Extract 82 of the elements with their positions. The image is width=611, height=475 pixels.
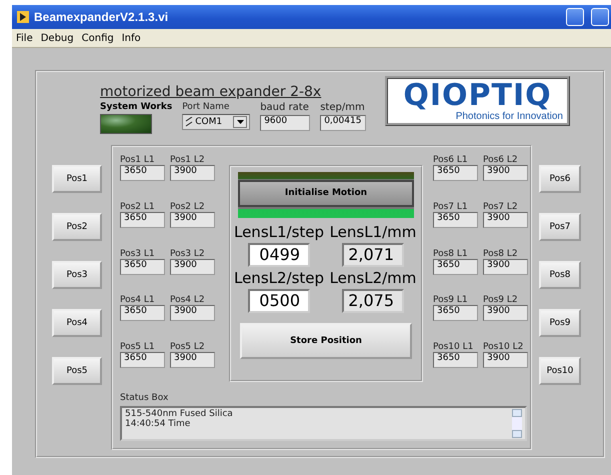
- position-field[interactable]: 3900: [483, 165, 528, 181]
- maximize-button[interactable]: [591, 8, 609, 26]
- field-label: step/mm: [320, 102, 366, 113]
- field-label: Pos1 L2: [170, 155, 206, 165]
- position-button[interactable]: Pos2: [52, 213, 102, 241]
- lens-label: LensL1/step: [234, 223, 324, 241]
- field-label: Port Name: [182, 102, 230, 112]
- lens-label: LensL1/mm: [330, 223, 416, 241]
- field-label: Pos4 L1: [120, 295, 156, 306]
- position-button[interactable]: Pos6: [539, 165, 581, 193]
- position-field[interactable]: 3900: [170, 212, 215, 228]
- field-label: Pos3 L2: [170, 248, 206, 259]
- lens-label: LensL2/step: [234, 269, 324, 287]
- menu-item[interactable]: Config: [82, 32, 114, 44]
- position-button[interactable]: Pos3: [52, 261, 102, 289]
- field-label: Pos5 L2: [170, 342, 206, 352]
- field-label: Pos3 L1: [120, 248, 156, 259]
- position-field[interactable]: 3900: [483, 352, 528, 368]
- window-title: BeamexpanderV2.1.3.vi: [34, 10, 170, 24]
- position-field[interactable]: 3900: [483, 212, 528, 228]
- position-field[interactable]: 3900: [483, 258, 528, 275]
- position-button[interactable]: Pos9: [539, 309, 581, 337]
- baud-field[interactable]: 9600: [260, 115, 310, 131]
- field-label: Pos5 L1: [120, 342, 156, 352]
- field-label: Pos6 L2: [483, 155, 519, 165]
- position-field[interactable]: 3650: [433, 165, 478, 181]
- field-label: Pos9 L2: [483, 295, 519, 306]
- step-field[interactable]: 0499: [248, 243, 310, 267]
- store-position-button[interactable]: Store Position: [240, 323, 412, 359]
- position-field[interactable]: 3650: [120, 352, 165, 368]
- field-label: Pos6 L1: [433, 155, 469, 165]
- mm-field: 2,071: [342, 243, 404, 267]
- position-field[interactable]: 3900: [483, 305, 528, 322]
- panel-title: motorized beam expander 2-8x: [100, 84, 322, 100]
- position-button[interactable]: Pos10: [539, 357, 581, 385]
- status-line: 515-540nm Fused Silica: [125, 409, 234, 419]
- field-label: Pos7 L2: [483, 202, 519, 212]
- field-label: Pos1 L1: [120, 155, 156, 165]
- position-field[interactable]: 3900: [170, 165, 215, 181]
- field-label: baud rate: [260, 102, 310, 113]
- field-label: Pos8 L2: [483, 248, 519, 259]
- field-label: Pos2 L2: [170, 202, 206, 212]
- position-field[interactable]: 3900: [170, 258, 215, 275]
- status-line: 14:40:54 Time: [125, 419, 192, 429]
- position-button[interactable]: Pos8: [539, 261, 581, 289]
- position-button[interactable]: Pos7: [539, 213, 581, 241]
- menu-item[interactable]: File: [16, 32, 33, 44]
- position-field[interactable]: 3650: [433, 258, 478, 275]
- position-field[interactable]: 3650: [120, 305, 165, 322]
- minimize-button[interactable]: [566, 8, 584, 26]
- mm-field: 2,075: [342, 289, 404, 313]
- field-label: Pos10 L2: [483, 342, 524, 352]
- position-field[interactable]: 3650: [433, 305, 478, 322]
- initialise-button[interactable]: Initialise Motion: [238, 180, 414, 206]
- field-label: Pos8 L1: [433, 248, 469, 259]
- position-field[interactable]: 3900: [170, 352, 215, 368]
- lens-label: LensL2/mm: [330, 269, 416, 287]
- field-label: Pos9 L1: [433, 295, 469, 306]
- step-field[interactable]: 0,00415: [320, 115, 366, 131]
- indicator-label: System Works: [100, 102, 172, 112]
- position-field[interactable]: 3650: [433, 352, 478, 368]
- field-label: Status Box: [120, 393, 170, 403]
- position-field[interactable]: 3650: [120, 165, 165, 181]
- menu-item[interactable]: Debug: [40, 32, 74, 44]
- company-logo: QIOPTIQ Photonics for Innovation: [385, 76, 570, 126]
- position-field[interactable]: 3900: [170, 305, 215, 322]
- field-label: Pos2 L1: [120, 202, 156, 212]
- field-label: Pos7 L1: [433, 202, 469, 212]
- step-field[interactable]: 0500: [248, 289, 310, 313]
- position-button[interactable]: Pos5: [52, 357, 102, 385]
- field-label: Pos4 L2: [170, 295, 206, 306]
- position-field[interactable]: 3650: [120, 212, 165, 228]
- io-icon: [185, 117, 194, 127]
- position-button[interactable]: Pos4: [52, 309, 102, 337]
- port-dropdown[interactable]: COM1: [182, 114, 250, 130]
- app-icon: [17, 11, 29, 23]
- position-field[interactable]: 3650: [433, 212, 478, 228]
- position-button[interactable]: Pos1: [52, 165, 102, 193]
- position-field[interactable]: 3650: [120, 258, 165, 275]
- field-label: Pos10 L1: [433, 342, 474, 352]
- status-light: [100, 114, 152, 134]
- menu-item[interactable]: Info: [122, 32, 141, 44]
